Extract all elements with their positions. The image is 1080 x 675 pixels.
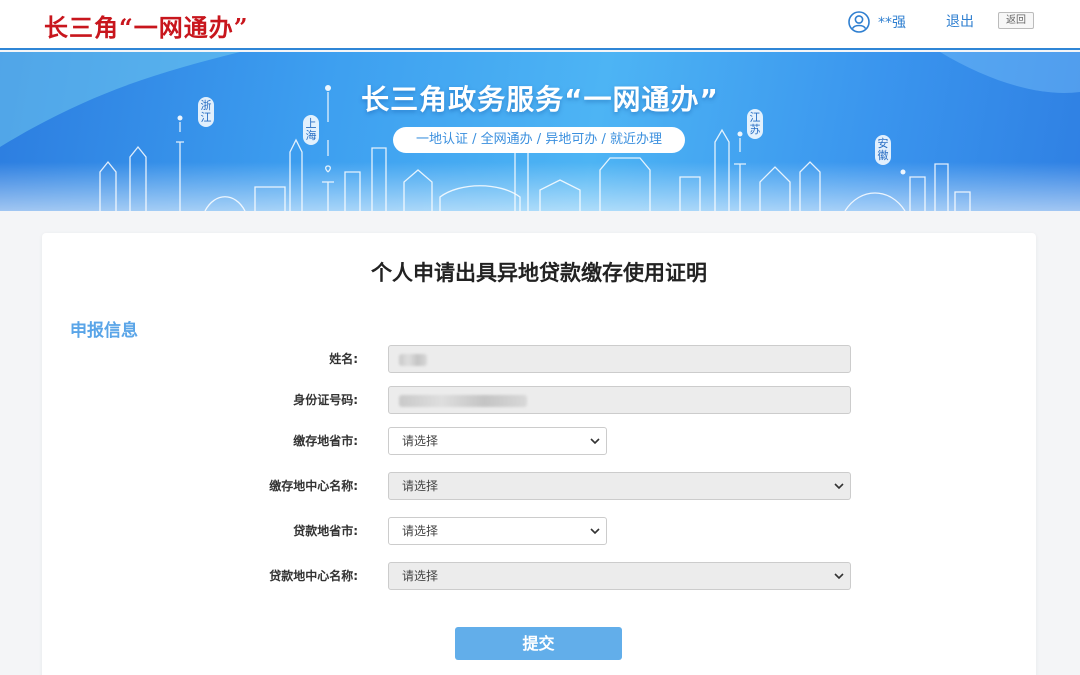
province-tag-shanghai: 上海 — [303, 115, 319, 145]
select-value: 请选择 — [402, 434, 439, 448]
select-value: 请选择 — [402, 479, 439, 493]
deposit-province-select[interactable]: 请选择 — [388, 427, 607, 455]
chevron-down-icon — [590, 528, 600, 535]
logout-link[interactable]: 退出 — [946, 11, 974, 31]
province-tag-jiangsu: 江苏 — [747, 109, 763, 139]
user-name: **强 — [878, 15, 906, 31]
id-number-field[interactable] — [388, 386, 851, 414]
banner: 长三角政务服务“一网通办” 一地认证 / 全网通办 / 异地可办 / 就近办理 … — [0, 52, 1080, 211]
form-row-deposit-province: 缴存地省市: 请选择 — [42, 427, 1036, 455]
field-label: 姓名: — [329, 352, 358, 366]
masked-value — [399, 395, 527, 407]
form-row-id-number: 身份证号码: — [42, 386, 1036, 414]
chevron-down-icon — [834, 483, 844, 490]
submit-button[interactable]: 提交 — [455, 627, 622, 660]
province-tag-anhui: 安徽 — [875, 135, 891, 165]
section-title: 申报信息 — [70, 321, 138, 341]
user-icon — [848, 11, 870, 33]
chevron-down-icon — [834, 573, 844, 580]
banner-slogan: 一地认证 / 全网通办 / 异地可办 / 就近办理 — [393, 127, 685, 153]
form-row-name: 姓名: — [42, 345, 1036, 373]
deposit-center-select[interactable]: 请选择 — [388, 472, 851, 500]
site-logo[interactable]: 长三角“一网通办” — [44, 8, 249, 43]
field-label: 缴存地省市: — [293, 434, 358, 448]
top-header: 长三角“一网通办” **强 退出 返回 — [0, 0, 1080, 50]
user-info[interactable]: **强 — [848, 10, 906, 34]
form-row-deposit-center: 缴存地中心名称: 请选择 — [42, 472, 1036, 500]
form-row-loan-center: 贷款地中心名称: 请选择 — [42, 562, 1036, 590]
loan-center-select[interactable]: 请选择 — [388, 562, 851, 590]
name-field[interactable] — [388, 345, 851, 373]
masked-value — [399, 354, 427, 366]
banner-title: 长三角政务服务“一网通办” — [361, 83, 719, 116]
application-form-card: 个人申请出具异地贷款缴存使用证明 申报信息 姓名: 身份证号码: 缴存地省市: … — [42, 233, 1036, 675]
page-title: 个人申请出具异地贷款缴存使用证明 — [371, 261, 707, 285]
field-label: 贷款地中心名称: — [269, 569, 358, 583]
province-tag-zhejiang: 浙江 — [198, 97, 214, 127]
form-row-loan-province: 贷款地省市: 请选择 — [42, 517, 1036, 545]
select-value: 请选择 — [402, 524, 439, 538]
back-button[interactable]: 返回 — [998, 12, 1034, 29]
field-label: 缴存地中心名称: — [269, 479, 358, 493]
loan-province-select[interactable]: 请选择 — [388, 517, 607, 545]
field-label: 贷款地省市: — [293, 524, 358, 538]
field-label: 身份证号码: — [293, 393, 358, 407]
chevron-down-icon — [590, 438, 600, 445]
select-value: 请选择 — [402, 569, 439, 583]
